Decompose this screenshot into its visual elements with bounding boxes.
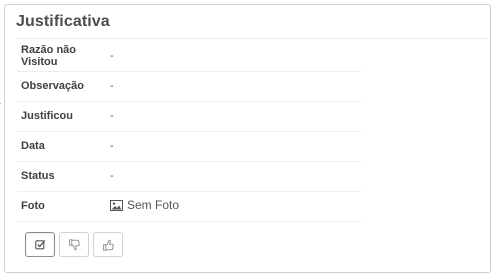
panel-title: Justificativa bbox=[16, 13, 110, 30]
no-photo-text: Sem Foto bbox=[127, 198, 180, 213]
justification-panel: Justificativa Razão não Visitou - Observ… bbox=[4, 4, 491, 273]
detail-row-observacao: Observação - bbox=[17, 71, 361, 102]
detail-row-justificou: Justificou - bbox=[17, 101, 361, 132]
thumbs-down-icon bbox=[68, 238, 80, 250]
action-buttons bbox=[25, 232, 123, 257]
image-icon bbox=[110, 199, 123, 211]
detail-row-razao: Razão não Visitou - bbox=[17, 41, 361, 72]
date-value: - bbox=[110, 131, 361, 162]
reason-label: Razão não Visitou bbox=[17, 41, 110, 72]
detail-row-data: Data - bbox=[17, 131, 361, 162]
reason-value: - bbox=[110, 41, 361, 72]
photo-label: Foto bbox=[17, 191, 110, 222]
title-divider bbox=[16, 38, 488, 39]
observation-value: - bbox=[110, 71, 361, 102]
status-label: Status bbox=[17, 161, 110, 192]
detail-row-status: Status - bbox=[17, 161, 361, 192]
thumbs-up-icon bbox=[102, 239, 114, 251]
thumbs-up-button[interactable] bbox=[93, 232, 123, 257]
check-square-icon bbox=[34, 240, 45, 250]
details-table: Razão não Visitou - Observação - Justifi… bbox=[17, 41, 361, 222]
detail-row-foto: Foto Sem Foto bbox=[17, 191, 361, 222]
approve-checkbox-button[interactable] bbox=[25, 232, 55, 257]
edge-artifact bbox=[0, 103, 1, 104]
status-value: - bbox=[110, 161, 361, 192]
justified-label: Justificou bbox=[17, 101, 110, 132]
photo-value-cell: Sem Foto bbox=[110, 191, 361, 222]
thumbs-down-button[interactable] bbox=[59, 232, 89, 257]
observation-label: Observação bbox=[17, 71, 110, 102]
justified-value: - bbox=[110, 101, 361, 132]
photo-value: Sem Foto bbox=[110, 198, 179, 212]
date-label: Data bbox=[17, 131, 110, 162]
